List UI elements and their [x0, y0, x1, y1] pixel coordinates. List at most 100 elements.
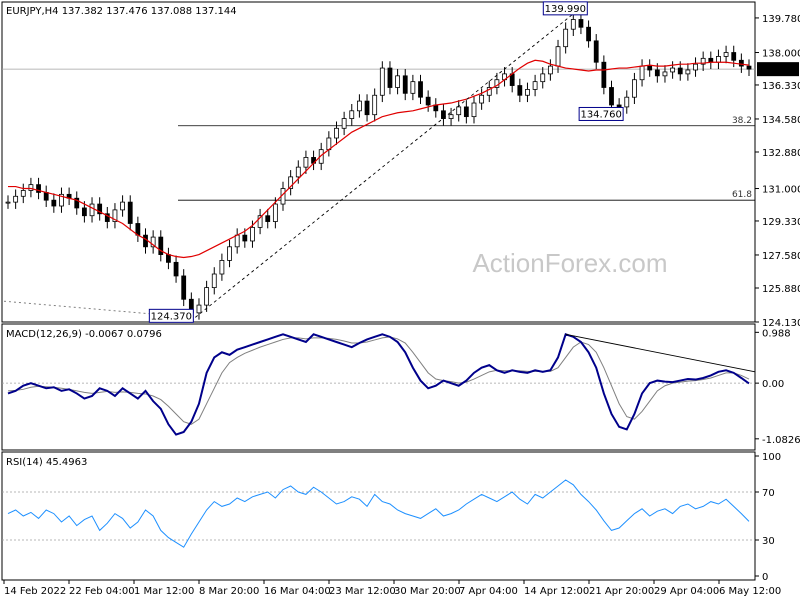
candle-body — [570, 19, 576, 30]
candle-body — [563, 28, 569, 48]
candle-body — [89, 203, 95, 217]
candle-body — [463, 106, 469, 118]
candle-body — [181, 275, 187, 300]
candle-body — [13, 195, 19, 203]
macd-tick-label: 0.00 — [762, 379, 784, 390]
candle-body — [738, 59, 744, 67]
candle-body — [601, 61, 607, 88]
candle-body — [639, 65, 645, 81]
candle-body — [379, 67, 385, 96]
candle-body — [28, 184, 34, 191]
price-tick-label: 136.330 — [762, 81, 800, 92]
candle-body — [265, 215, 271, 222]
x-tick-label: 16 Mar 04:00 — [264, 586, 331, 597]
candle-body — [410, 81, 416, 94]
candle-body — [418, 81, 423, 98]
panel-frame-2 — [1, 451, 756, 581]
candle-body — [693, 63, 698, 71]
x-tick-label: 23 Mar 12:00 — [329, 586, 396, 597]
candle-body — [120, 201, 125, 211]
x-tick-label: 30 Mar 20:00 — [394, 586, 461, 597]
eurjpy-chart: 139.780 138.000 136.330 134.580 132.880 131.0… — [1, 1, 800, 597]
x-tick-label: 7 Apr 04:00 — [459, 586, 518, 597]
candle-body — [402, 75, 408, 94]
candle-body — [647, 65, 653, 71]
x-tick-label: 8 Mar 20:00 — [199, 586, 259, 597]
x-tick-label: 21 Apr 20:00 — [589, 586, 654, 597]
rsi-tick-label: 30 — [762, 536, 775, 547]
macd-tick-label: 0.988 — [762, 328, 791, 339]
price-panel-header: EURJPY,H4 137.382 137.476 137.088 137.14… — [6, 6, 237, 17]
candle-body — [540, 73, 546, 83]
fib-level-label: 38.2 — [732, 116, 752, 126]
candle-body — [425, 96, 431, 106]
x-tick-label: 1 Mar 12:00 — [134, 586, 194, 597]
candle-body — [624, 96, 630, 108]
macd-panel-header: MACD(12,26,9) -0.0067 0.0796 — [6, 329, 162, 340]
candle-body — [357, 100, 362, 112]
candle-body — [272, 203, 278, 222]
candle-body — [173, 261, 179, 277]
x-tick-label: 29 Apr 04:00 — [654, 586, 719, 597]
candle-body — [662, 71, 668, 77]
candle-body — [43, 192, 49, 201]
candle-body — [547, 65, 553, 75]
x-tick-label: 22 Feb 04:00 — [69, 586, 135, 597]
candle-body — [295, 166, 301, 178]
price-annotation-label: 139.990 — [545, 4, 586, 15]
candle-body — [479, 94, 485, 104]
candle-body — [334, 127, 339, 139]
price-tick-label: 131.000 — [762, 185, 800, 196]
candle-body — [616, 104, 622, 108]
price-tick-label: 127.580 — [762, 251, 800, 262]
price-tick-label: 125.880 — [762, 284, 800, 295]
x-tick-label: 14 Feb 2022 — [4, 586, 66, 597]
candle-body — [593, 40, 599, 63]
candle-body — [654, 69, 660, 77]
candle-body — [127, 201, 133, 224]
candle-body — [609, 87, 614, 106]
panel-frame-1 — [1, 323, 756, 451]
candle-body — [532, 81, 538, 90]
candle-body — [685, 69, 691, 75]
price-annotation-label: 134.760 — [580, 109, 621, 120]
candle-body — [670, 67, 676, 73]
candle-body — [578, 19, 584, 28]
candle-body — [517, 85, 523, 96]
candle-body — [632, 79, 637, 98]
candle-body — [20, 190, 26, 197]
x-tick-label: 6 May 12:00 — [719, 586, 781, 597]
x-tick-label: 14 Apr 12:00 — [524, 586, 589, 597]
candle-body — [51, 199, 57, 207]
macd-tick-label: -1.0826 — [762, 435, 800, 446]
price-tick-label: 134.580 — [762, 115, 800, 126]
candle-body — [555, 46, 561, 67]
price-tick-label: 132.880 — [762, 148, 800, 159]
fib-level-label: 61.8 — [732, 190, 752, 200]
rsi-tick-label: 0 — [762, 572, 768, 583]
price-tick-label: 138.000 — [762, 49, 800, 60]
candle-body — [349, 110, 355, 119]
candle-body — [586, 26, 591, 42]
price-annotation-label: 124.370 — [151, 311, 192, 322]
candle-body — [341, 118, 347, 129]
candle-body — [81, 207, 87, 217]
candle-body — [5, 201, 11, 204]
candle-body — [372, 94, 378, 116]
candle-body — [303, 157, 309, 168]
candle-body — [234, 234, 240, 248]
candle-body — [525, 89, 530, 96]
candle-body — [716, 56, 721, 63]
candle-body — [242, 234, 248, 242]
rsi-panel-header: RSI(14) 45.4963 — [6, 457, 87, 468]
last-price-label: 137.144 — [757, 65, 798, 76]
candle-body — [204, 287, 210, 306]
candle-body — [731, 52, 737, 61]
candle-body — [196, 304, 202, 314]
candle-body — [166, 254, 171, 263]
candle-body — [219, 260, 225, 275]
candle-body — [227, 246, 232, 261]
candle-body — [746, 65, 752, 70]
candle-body — [448, 114, 454, 119]
price-tick-label: 129.330 — [762, 217, 800, 228]
